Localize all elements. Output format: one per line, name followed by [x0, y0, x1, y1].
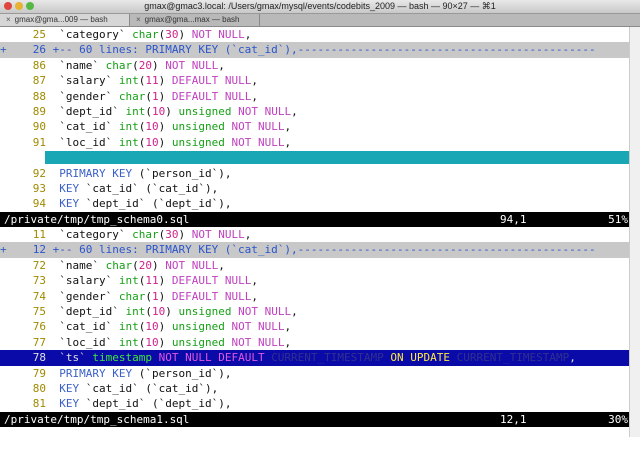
line-gutter: +: [0, 243, 7, 257]
tab-label: gmax@gma...max — bash: [144, 15, 240, 24]
tab-terminal-1[interactable]: × gmax@gma...009 — bash: [0, 14, 130, 26]
line-number: 94: [32, 197, 46, 211]
line-number: 87: [32, 74, 46, 88]
line-text: `name` char(20) NOT NULL,: [46, 258, 225, 272]
code-line: 75 `dept_id` int(10) unsigned NOT NULL,: [0, 304, 630, 319]
diff-filler-line: [0, 150, 630, 165]
code-line: 11 `category` char(30) NOT NULL,: [0, 227, 630, 242]
line-text: `category` char(30) NOT NULL,: [46, 28, 252, 41]
line-number: 72: [32, 258, 46, 272]
fold-line[interactable]: +26 +-- 60 lines: PRIMARY KEY (`cat_id`)…: [0, 42, 630, 58]
line-number: 91: [32, 135, 46, 149]
tab-bar: × gmax@gma...009 — bash × gmax@gma...max —…: [0, 14, 640, 27]
line-text: KEY `dept_id` (`dept_id`),: [59, 397, 232, 411]
line-number: 78: [32, 351, 46, 365]
line-number: 79: [32, 366, 46, 380]
status-cursor-position: 12,1: [500, 412, 527, 426]
code-line: 81 KEY `dept_id` (`dept_id`),: [0, 396, 630, 411]
tab-terminal-2[interactable]: × gmax@gma...max — bash: [130, 14, 260, 26]
code-line: 93 KEY `cat_id` (`cat_id`),: [0, 181, 630, 196]
code-line: 72 `name` char(20) NOT NULL,: [0, 258, 630, 273]
line-number: 26: [32, 43, 46, 57]
line-text: `salary` int(11) DEFAULT NULL,: [46, 274, 258, 288]
close-tab-icon[interactable]: ×: [6, 15, 11, 24]
line-number: 75: [32, 305, 46, 319]
line-number: 92: [32, 166, 46, 180]
terminal-bottom-area: [0, 437, 640, 456]
terminal-scrollbar[interactable]: [629, 27, 640, 437]
code-line: 79 PRIMARY KEY (`person_id`),: [0, 366, 630, 381]
status-scroll-percent: 30%: [608, 412, 628, 426]
line-text: PRIMARY KEY (`person_id`),: [59, 366, 232, 380]
line-text: `dept_id` int(10) unsigned NOT NULL,: [46, 104, 298, 118]
line-number: 73: [32, 274, 46, 288]
code-line: 87 `salary` int(11) DEFAULT NULL,: [0, 73, 630, 88]
line-number: 74: [32, 289, 46, 303]
line-text: KEY `cat_id` (`cat_id`),: [59, 381, 219, 395]
line-text: `loc_id` int(10) unsigned NOT NULL,: [46, 335, 292, 349]
fold-line[interactable]: +12 +-- 60 lines: PRIMARY KEY (`cat_id`)…: [0, 242, 630, 258]
pane2-window[interactable]: 11 `category` char(30) NOT NULL, +12 +-- …: [0, 227, 630, 428]
line-number: 80: [32, 381, 46, 395]
code-line: 90 `cat_id` int(10) unsigned NOT NULL,: [0, 119, 630, 134]
status-filename: /private/tmp/tmp_schema1.sql: [4, 412, 190, 426]
tab-label: gmax@gma...009 — bash: [14, 15, 108, 24]
vim-diff-editor[interactable]: 25 `category` char(30) NOT NULL, +26 +-- …: [0, 27, 630, 428]
status-cursor-position: 94,1: [500, 212, 527, 226]
minimize-window-button[interactable]: [15, 2, 23, 10]
code-line: 74 `gender` char(1) DEFAULT NULL,: [0, 289, 630, 304]
line-number: 25: [32, 28, 46, 41]
code-line: 89 `dept_id` int(10) unsigned NOT NULL,: [0, 104, 630, 119]
window-titlebar: gmax@gmac3.local: /Users/gmax/mysql/even…: [0, 0, 640, 14]
line-number: 76: [32, 320, 46, 334]
code-line: 94 KEY `dept_id` (`dept_id`),: [0, 196, 630, 211]
code-line: 77 `loc_id` int(10) unsigned NOT NULL,: [0, 335, 630, 350]
zoom-window-button[interactable]: [26, 2, 34, 10]
line-text: `dept_id` int(10) unsigned NOT NULL,: [46, 305, 298, 319]
line-number: 88: [32, 89, 46, 103]
line-number: 12: [32, 243, 46, 257]
code-line: 91 `loc_id` int(10) unsigned NOT NULL,: [0, 135, 630, 150]
code-line: 73 `salary` int(11) DEFAULT NULL,: [0, 273, 630, 288]
line-gutter: +: [0, 43, 7, 57]
status-scroll-percent: 51%: [608, 212, 628, 226]
line-text: `gender` char(1) DEFAULT NULL,: [46, 89, 258, 103]
line-text: +-- 60 lines: PRIMARY KEY (`cat_id`),---…: [46, 43, 596, 57]
code-line: 92 PRIMARY KEY (`person_id`),: [0, 166, 630, 181]
line-text: `loc_id` int(10) unsigned NOT NULL,: [46, 135, 292, 149]
line-number: 89: [32, 104, 46, 118]
line-number: 77: [32, 335, 46, 349]
line-number: 11: [32, 228, 46, 242]
code-line: 76 `cat_id` int(10) unsigned NOT NULL,: [0, 319, 630, 334]
code-line: 88 `gender` char(1) DEFAULT NULL,: [0, 89, 630, 104]
line-text: KEY `cat_id` (`cat_id`),: [59, 181, 219, 195]
line-text: PRIMARY KEY (`person_id`),: [59, 166, 232, 180]
window-controls: [4, 2, 34, 10]
line-text: `ts` timestamp NOT NULL DEFAULT CURRENT_…: [46, 351, 576, 365]
line-text: KEY `dept_id` (`dept_id`),: [59, 197, 232, 211]
line-text: `salary` int(11) DEFAULT NULL,: [46, 74, 258, 88]
code-line: 80 KEY `cat_id` (`cat_id`),: [0, 381, 630, 396]
line-number: 90: [32, 120, 46, 134]
status-filename: /private/tmp/tmp_schema0.sql: [4, 212, 190, 226]
diff-changed-line: 78 `ts` timestamp NOT NULL DEFAULT CURRE…: [0, 350, 630, 366]
close-tab-icon[interactable]: ×: [136, 15, 141, 24]
code-line: 86 `name` char(20) NOT NULL,: [0, 58, 630, 73]
window-title: gmax@gmac3.local: /Users/gmax/mysql/even…: [144, 1, 496, 11]
code-line: 25 `category` char(30) NOT NULL,: [0, 27, 630, 42]
line-number: 86: [32, 58, 46, 72]
close-window-button[interactable]: [4, 2, 12, 10]
line-text: `cat_id` int(10) unsigned NOT NULL,: [46, 120, 292, 134]
line-number: 93: [32, 181, 46, 195]
line-number: 81: [32, 397, 46, 411]
line-text: `category` char(30) NOT NULL,: [46, 228, 252, 242]
pane1-window[interactable]: 25 `category` char(30) NOT NULL, +26 +-- …: [0, 27, 630, 228]
line-text: `gender` char(1) DEFAULT NULL,: [46, 289, 258, 303]
line-text: +-- 60 lines: PRIMARY KEY (`cat_id`),---…: [46, 243, 596, 257]
pane1-status-line: /private/tmp/tmp_schema0.sql 94,1 51%: [0, 211, 630, 228]
line-text: `cat_id` int(10) unsigned NOT NULL,: [46, 320, 292, 334]
pane2-status-line: /private/tmp/tmp_schema1.sql 12,1 30%: [0, 411, 630, 428]
diff-filler-bar: [45, 151, 630, 165]
line-text: `name` char(20) NOT NULL,: [46, 58, 225, 72]
